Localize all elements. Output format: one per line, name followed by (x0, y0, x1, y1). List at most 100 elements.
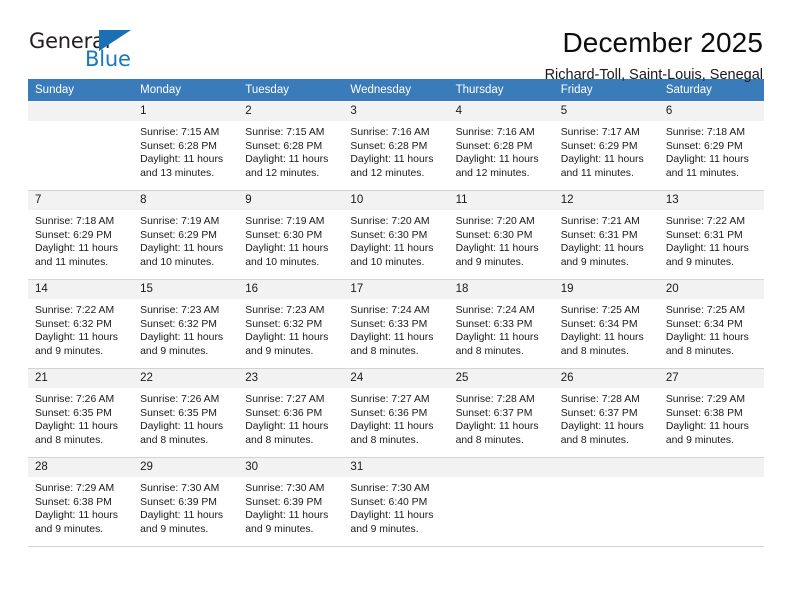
sunrise-text: Sunrise: 7:29 AM (35, 483, 115, 494)
day-details: Sunrise: 7:23 AM Sunset: 6:32 PM Dayligh… (133, 299, 238, 358)
day-number: 10 (343, 191, 449, 210)
day-cell[interactable]: 4 Sunrise: 7:16 AM Sunset: 6:28 PM Dayli… (448, 101, 554, 191)
title-block: December 2025 Richard-Toll, Saint-Louis,… (545, 26, 764, 86)
sunset-text: Sunset: 6:28 PM (350, 140, 428, 152)
sunset-text: Sunset: 6:36 PM (245, 407, 323, 419)
day-cell[interactable]: 26 Sunrise: 7:28 AM Sunset: 6:37 PM Dayl… (553, 368, 659, 458)
daylight-text-line1: Daylight: 11 hours (560, 421, 644, 433)
sunrise-text: Sunrise: 7:18 AM (35, 216, 115, 227)
daylight-text-line1: Daylight: 11 hours (35, 332, 118, 344)
day-cell[interactable]: 27 Sunrise: 7:29 AM Sunset: 6:38 PM Dayl… (658, 368, 764, 458)
day-details: Sunrise: 7:19 AM Sunset: 6:30 PM Dayligh… (238, 210, 343, 269)
day-cell[interactable]: 15 Sunrise: 7:23 AM Sunset: 6:32 PM Dayl… (133, 279, 239, 369)
day-cell[interactable]: 22 Sunrise: 7:26 AM Sunset: 6:35 PM Dayl… (133, 368, 239, 458)
daylight-text-line1: Daylight: 11 hours (455, 154, 539, 166)
day-number: 22 (133, 369, 239, 388)
day-cell[interactable]: 29 Sunrise: 7:30 AM Sunset: 6:39 PM Dayl… (133, 457, 239, 547)
daylight-text-line1: Daylight: 11 hours (665, 154, 749, 166)
day-cell[interactable]: 21 Sunrise: 7:26 AM Sunset: 6:35 PM Dayl… (28, 368, 134, 458)
daylight-text-line1: Daylight: 11 hours (665, 332, 749, 344)
daylight-text-line2: and 12 minutes. (245, 167, 320, 179)
sunset-text: Sunset: 6:30 PM (245, 229, 323, 241)
calendar-body: 1 Sunrise: 7:15 AM Sunset: 6:28 PM Dayli… (28, 101, 764, 547)
daylight-text-line1: Daylight: 11 hours (455, 243, 539, 255)
day-details: Sunrise: 7:28 AM Sunset: 6:37 PM Dayligh… (554, 388, 659, 447)
day-cell[interactable]: 10 Sunrise: 7:20 AM Sunset: 6:30 PM Dayl… (343, 190, 449, 280)
day-cell[interactable]: 5 Sunrise: 7:17 AM Sunset: 6:29 PM Dayli… (553, 101, 659, 191)
daylight-text-line1: Daylight: 11 hours (140, 154, 224, 166)
daylight-text-line1: Daylight: 11 hours (35, 421, 118, 433)
day-cell[interactable] (28, 101, 134, 191)
day-number: 18 (448, 280, 554, 299)
day-cell[interactable]: 11 Sunrise: 7:20 AM Sunset: 6:30 PM Dayl… (448, 190, 554, 280)
day-cell[interactable]: 20 Sunrise: 7:25 AM Sunset: 6:34 PM Dayl… (658, 279, 764, 369)
day-cell[interactable]: 2 Sunrise: 7:15 AM Sunset: 6:28 PM Dayli… (238, 101, 344, 191)
day-details: Sunrise: 7:19 AM Sunset: 6:29 PM Dayligh… (133, 210, 238, 269)
daylight-text-line1: Daylight: 11 hours (245, 243, 329, 255)
sunrise-text: Sunrise: 7:20 AM (350, 216, 430, 227)
sunrise-text: Sunrise: 7:28 AM (455, 394, 535, 405)
day-number: 30 (238, 458, 344, 477)
daylight-text-line2: and 8 minutes. (245, 434, 314, 446)
day-details: Sunrise: 7:26 AM Sunset: 6:35 PM Dayligh… (28, 388, 133, 447)
day-cell[interactable]: 28 Sunrise: 7:29 AM Sunset: 6:38 PM Dayl… (28, 457, 134, 547)
sunset-text: Sunset: 6:37 PM (455, 407, 533, 419)
sunrise-text: Sunrise: 7:21 AM (560, 216, 640, 227)
day-cell[interactable]: 7 Sunrise: 7:18 AM Sunset: 6:29 PM Dayli… (28, 190, 134, 280)
daylight-text-line2: and 9 minutes. (560, 256, 629, 268)
daylight-text-line1: Daylight: 11 hours (665, 421, 749, 433)
logo-text-blue: Blue (85, 47, 131, 71)
sunset-text: Sunset: 6:38 PM (35, 496, 112, 508)
sunrise-text: Sunrise: 7:15 AM (140, 127, 220, 138)
calendar-week-row: 21 Sunrise: 7:26 AM Sunset: 6:35 PM Dayl… (28, 368, 764, 458)
day-cell[interactable]: 19 Sunrise: 7:25 AM Sunset: 6:34 PM Dayl… (553, 279, 659, 369)
day-cell[interactable]: 30 Sunrise: 7:30 AM Sunset: 6:39 PM Dayl… (238, 457, 344, 547)
sunrise-text: Sunrise: 7:27 AM (245, 394, 325, 405)
sunset-text: Sunset: 6:36 PM (350, 407, 428, 419)
day-cell[interactable]: 1 Sunrise: 7:15 AM Sunset: 6:28 PM Dayli… (133, 101, 239, 191)
day-details: Sunrise: 7:15 AM Sunset: 6:28 PM Dayligh… (133, 121, 238, 180)
day-details: Sunrise: 7:30 AM Sunset: 6:39 PM Dayligh… (133, 477, 238, 536)
weekday-header-wednesday: Wednesday (343, 79, 449, 102)
day-cell[interactable]: 17 Sunrise: 7:24 AM Sunset: 6:33 PM Dayl… (343, 279, 449, 369)
day-cell[interactable]: 31 Sunrise: 7:30 AM Sunset: 6:40 PM Dayl… (343, 457, 449, 547)
day-cell[interactable]: 25 Sunrise: 7:28 AM Sunset: 6:37 PM Dayl… (448, 368, 554, 458)
day-details: Sunrise: 7:29 AM Sunset: 6:38 PM Dayligh… (659, 388, 764, 447)
day-number: 11 (448, 191, 554, 210)
day-cell[interactable]: 6 Sunrise: 7:18 AM Sunset: 6:29 PM Dayli… (658, 101, 764, 191)
daylight-text-line1: Daylight: 11 hours (665, 243, 749, 255)
day-cell-empty (658, 457, 764, 547)
weekday-header-thursday: Thursday (448, 79, 554, 102)
calendar-week-row: 1 Sunrise: 7:15 AM Sunset: 6:28 PM Dayli… (28, 101, 764, 191)
calendar-week-row: 14 Sunrise: 7:22 AM Sunset: 6:32 PM Dayl… (28, 279, 764, 369)
sunset-text: Sunset: 6:31 PM (560, 229, 638, 241)
daylight-text-line2: and 8 minutes. (455, 345, 524, 357)
day-number: 7 (28, 191, 134, 210)
sunrise-text: Sunrise: 7:22 AM (35, 305, 115, 316)
daylight-text-line2: and 12 minutes. (350, 167, 425, 179)
daylight-text-line2: and 9 minutes. (245, 345, 314, 357)
daylight-text-line1: Daylight: 11 hours (140, 510, 224, 522)
day-cell[interactable]: 12 Sunrise: 7:21 AM Sunset: 6:31 PM Dayl… (553, 190, 659, 280)
daylight-text-line2: and 8 minutes. (665, 345, 735, 357)
day-cell[interactable]: 14 Sunrise: 7:22 AM Sunset: 6:32 PM Dayl… (28, 279, 134, 369)
day-cell[interactable]: 13 Sunrise: 7:22 AM Sunset: 6:31 PM Dayl… (658, 190, 764, 280)
day-cell[interactable]: 18 Sunrise: 7:24 AM Sunset: 6:33 PM Dayl… (448, 279, 554, 369)
sunset-text: Sunset: 6:33 PM (350, 318, 428, 330)
day-cell[interactable]: 16 Sunrise: 7:23 AM Sunset: 6:32 PM Dayl… (238, 279, 344, 369)
daylight-text-line1: Daylight: 11 hours (350, 510, 434, 522)
day-cell[interactable]: 8 Sunrise: 7:19 AM Sunset: 6:29 PM Dayli… (133, 190, 239, 280)
day-cell[interactable]: 3 Sunrise: 7:16 AM Sunset: 6:28 PM Dayli… (343, 101, 449, 191)
day-number: 14 (28, 280, 134, 299)
sunset-text: Sunset: 6:32 PM (245, 318, 323, 330)
daylight-text-line1: Daylight: 11 hours (560, 332, 644, 344)
day-cell[interactable]: 23 Sunrise: 7:27 AM Sunset: 6:36 PM Dayl… (238, 368, 344, 458)
day-number (448, 458, 554, 477)
day-number: 5 (553, 102, 659, 121)
daylight-text-line2: and 11 minutes. (665, 167, 740, 179)
day-cell[interactable]: 9 Sunrise: 7:19 AM Sunset: 6:30 PM Dayli… (238, 190, 344, 280)
day-cell[interactable]: 24 Sunrise: 7:27 AM Sunset: 6:36 PM Dayl… (343, 368, 449, 458)
daylight-text-line1: Daylight: 11 hours (350, 243, 434, 255)
daylight-text-line2: and 9 minutes. (140, 523, 209, 535)
day-details: Sunrise: 7:28 AM Sunset: 6:37 PM Dayligh… (449, 388, 554, 447)
